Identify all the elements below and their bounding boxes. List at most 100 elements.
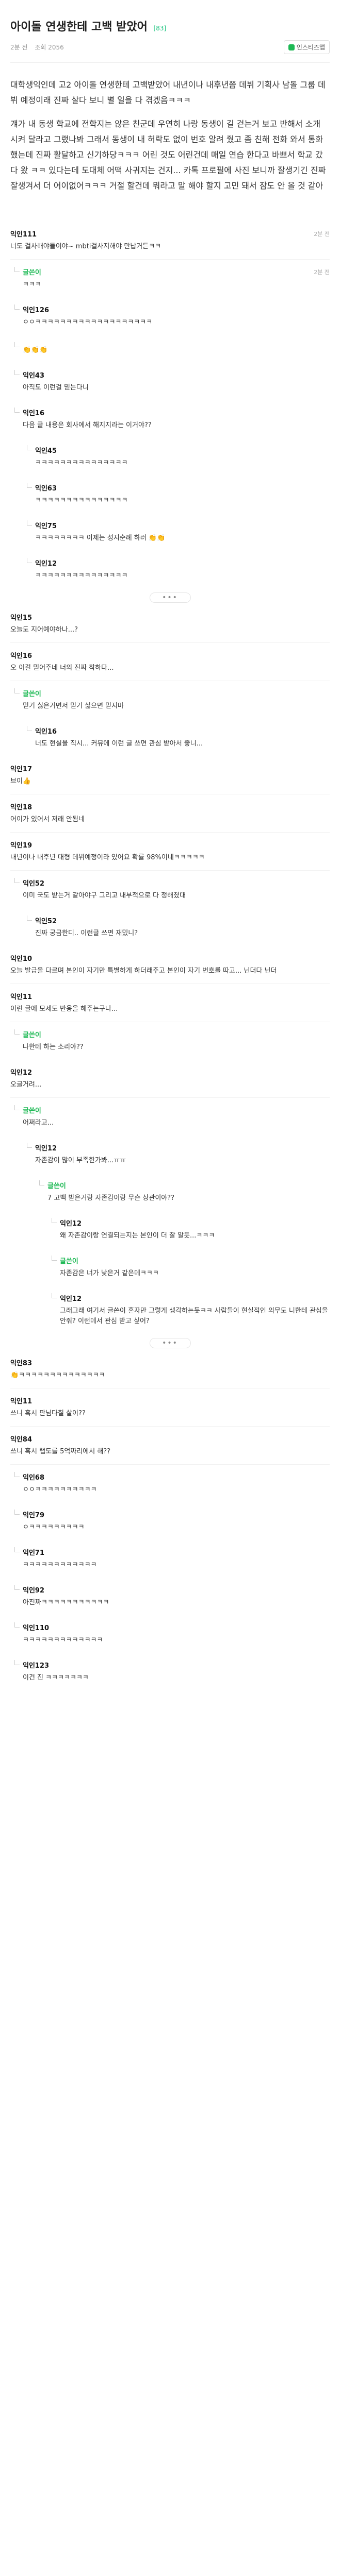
comment: 익인84 쓰니 혹시 랩도를 5억짜리에서 해?? bbox=[10, 1427, 330, 1465]
comment-author: 익인79 bbox=[23, 1512, 45, 1519]
reply-arrow-icon bbox=[52, 1293, 57, 1298]
comment-text: 이건 진 ㅋㅋㅋㅋㅋㅋㅋ bbox=[23, 1674, 89, 1682]
comment-author: 익인15 bbox=[10, 614, 33, 622]
comment-text: 오늘도 지어예야하나...? bbox=[10, 626, 78, 634]
comment-header: 익인12 bbox=[10, 1067, 330, 1077]
comment: 익인83 👏ㅋㅋㅋㅋㅋㅋㅋㅋㅋㅋㅋㅋㅋㅋ bbox=[10, 1350, 330, 1388]
comment-author: 글쓴이 bbox=[23, 1107, 41, 1115]
comment-text: 자존감은 너가 낮은거 같은데ㅋㅋㅋ bbox=[60, 1269, 159, 1277]
reply-arrow-icon bbox=[14, 408, 20, 413]
comment-header: 익인10 bbox=[10, 953, 330, 963]
reply-arrow-icon bbox=[14, 1585, 20, 1590]
comment: 익인12 오글거려... bbox=[10, 1060, 330, 1098]
comment-header: 익인12 bbox=[35, 1143, 330, 1153]
comment: 익인11 쓰니 혹시 판님다칠 살이?? bbox=[10, 1388, 330, 1427]
post-title: 아이돌 연생한테 고백 받았어 [83] bbox=[10, 0, 330, 40]
reply-comment: 익인110 ㅋㅋㅋㅋㅋㅋㅋㅋㅋㅋㅋㅋㅋ bbox=[10, 1615, 330, 1653]
source-app-button[interactable]: 인스티즈앱 bbox=[283, 40, 330, 54]
reply-comment: 익인79 ㅇㅋㅋㅋㅋㅋㅋㅋㅋㅋ bbox=[10, 1502, 330, 1540]
comment-header: 익인11 bbox=[10, 1396, 330, 1405]
comment-header: 익인45 bbox=[35, 445, 330, 455]
post-title-text: 아이돌 연생한테 고백 받았어 bbox=[10, 21, 148, 33]
comment-author: 익인63 bbox=[35, 485, 57, 493]
comment-text: 내년이나 내후년 대형 데뷔예정이라 있어요 확률 98%이네ㅋㅋㅋㅋㅋ bbox=[10, 854, 205, 861]
comment: 익인17 브이👍 bbox=[10, 756, 330, 794]
comment-header: 익인11 bbox=[10, 991, 330, 1001]
reply-comment: 글쓴이 나한테 하는 소리야?? bbox=[10, 1022, 330, 1060]
comment-header: 익인17 bbox=[10, 764, 330, 773]
comment-text: 너도 걸사해야들이야~ mbti걸사지해야 만납거든ㅋㅋ bbox=[10, 243, 161, 250]
reply-arrow-icon bbox=[27, 445, 32, 450]
comment-text: 쓰니 혹시 판님다칠 살이?? bbox=[10, 1410, 86, 1417]
comment-header: 익인92 bbox=[23, 1585, 330, 1595]
comment-text: 왜 자존감이랑 연결되는지는 본인이 더 잘 알듯...ㅋㅋㅋ bbox=[60, 1232, 215, 1240]
comment-text: 오글거려... bbox=[10, 1081, 42, 1089]
reply-arrow-icon bbox=[14, 1510, 20, 1515]
comment-header: 익인111 2분 전 bbox=[10, 229, 330, 239]
comment-author: 익인11 bbox=[10, 1398, 33, 1405]
post-body: 대학생익인데 고2 아이돌 연생한테 고백받았어 내년이나 내후년쯤 데뷔 기획… bbox=[10, 63, 330, 216]
comment-author: 익인83 bbox=[10, 1360, 33, 1367]
reply-arrow-icon bbox=[52, 1218, 57, 1223]
reply-comment: 익인16 너도 현실을 직시... 커뮤에 이런 글 쓰면 관심 받아서 좋니..… bbox=[10, 719, 330, 756]
comment-header: 익인75 bbox=[35, 520, 330, 530]
comment-author: 익인12 bbox=[60, 1295, 82, 1303]
more-comments-button[interactable]: ••• bbox=[149, 1338, 191, 1348]
more-comments-button[interactable]: ••• bbox=[149, 592, 191, 603]
comment-author: 익인12 bbox=[35, 1145, 57, 1153]
comment-author: 익인52 bbox=[35, 918, 57, 925]
comment-time: 2분 전 bbox=[314, 230, 330, 238]
comment-author: 익인16 bbox=[35, 728, 57, 736]
reply-arrow-icon bbox=[14, 1105, 20, 1110]
comment-time: 2분 전 bbox=[314, 268, 330, 276]
reply-arrow-icon bbox=[27, 1143, 32, 1148]
comment-author: 익인11 bbox=[10, 993, 33, 1001]
reply-comment: 익인43 아직도 이런걸 믿는다니 bbox=[10, 363, 330, 400]
comment-text: 7 고백 받은거랑 자존감이랑 무슨 상관이야?? bbox=[47, 1194, 175, 1202]
comment-author: 익인123 bbox=[23, 1662, 50, 1670]
comment-header: 익인16 bbox=[10, 650, 330, 660]
reply-comment: 익인63 ㅋㅋㅋㅋㅋㅋㅋㅋㅋㅋㅋㅋㅋㅋㅋ bbox=[10, 476, 330, 513]
reply-comment: 글쓴이 7 고백 받은거랑 자존감이랑 무슨 상관이야?? bbox=[10, 1173, 330, 1211]
reply-arrow-icon bbox=[14, 688, 20, 693]
comment-text: 진짜 궁금한디.. 이런글 쓰면 재밌니? bbox=[35, 929, 138, 937]
comment-header: 익인110 bbox=[23, 1622, 330, 1632]
comment-header: 익인18 bbox=[10, 802, 330, 811]
comment-text: 그래그래 여기서 글쓴이 혼자만 그렇게 생각하는듯ㅋㅋ 사람들이 현실적인 의… bbox=[60, 1307, 328, 1325]
comment-text: 브이👍 bbox=[10, 777, 31, 785]
comment-author: 익인110 bbox=[23, 1624, 50, 1632]
reply-comment: 익인52 진짜 궁금한디.. 이런글 쓰면 재밌니? bbox=[10, 908, 330, 946]
comment-header: 익인126 bbox=[23, 304, 330, 314]
comment-header: 글쓴이 bbox=[23, 1029, 330, 1039]
reply-comment: 익인68 ㅇㅇㅋㅋㅋㅋㅋㅋㅋㅋㅋㅋ bbox=[10, 1465, 330, 1502]
comment-text: ㅋㅋㅋ bbox=[23, 281, 41, 289]
comment: 익인18 어이가 있어서 저래 안됨네 bbox=[10, 794, 330, 833]
comment-text: ㅇㅇㅋㅋㅋㅋㅋㅋㅋㅋㅋㅋㅋㅋㅋㅋㅋㅋㅋㅋㅋ bbox=[23, 318, 153, 326]
comment-header: 익인12 bbox=[60, 1218, 330, 1228]
reply-arrow-icon bbox=[14, 1472, 20, 1477]
comment-header: 익인63 bbox=[35, 483, 330, 493]
comment-text: ㅇㅇㅋㅋㅋㅋㅋㅋㅋㅋㅋㅋ bbox=[23, 1486, 97, 1494]
comment-text: ㅇㅋㅋㅋㅋㅋㅋㅋㅋㅋ bbox=[23, 1523, 85, 1531]
comment-header: 익인83 bbox=[10, 1358, 330, 1367]
reply-arrow-icon bbox=[14, 1547, 20, 1552]
reply-comment: 글쓴이 2분 전 ㅋㅋㅋ bbox=[10, 260, 330, 297]
comment-text: 너도 현실을 직시... 커뮤에 이런 글 쓰면 관심 받아서 좋니... bbox=[35, 740, 203, 748]
comment-author: 익인126 bbox=[23, 307, 50, 314]
reply-comment: 익인123 이건 진 ㅋㅋㅋㅋㅋㅋㅋ bbox=[10, 1653, 330, 1690]
source-app-label: 인스티즈앱 bbox=[296, 44, 325, 51]
comment-text: ㅋㅋㅋㅋㅋㅋㅋㅋㅋㅋㅋㅋㅋㅋㅋ bbox=[35, 572, 128, 580]
reply-comment: 익인92 아진짜ㅋㅋㅋㅋㅋㅋㅋㅋㅋㅋㅋ bbox=[10, 1578, 330, 1615]
reply-arrow-icon bbox=[27, 483, 32, 488]
comment-author: 익인12 bbox=[10, 1069, 33, 1077]
comment-header: 익인16 bbox=[23, 408, 330, 417]
reply-arrow-icon bbox=[39, 1180, 44, 1185]
reply-comment: 익인52 이미 국도 받는거 같아야구 그리고 내부적으로 다 정해졌대 bbox=[10, 871, 330, 908]
comment-text: 👏👏👏 bbox=[23, 346, 48, 354]
post-time: 2분 전 bbox=[10, 44, 28, 51]
comment-author: 글쓴이 bbox=[23, 1031, 41, 1039]
comment-text: 어쩌라고... bbox=[23, 1119, 54, 1127]
post-view-count: 조회 2056 bbox=[35, 44, 64, 51]
comment-author: 익인68 bbox=[23, 1474, 45, 1482]
comment-header: 익인19 bbox=[10, 840, 330, 850]
